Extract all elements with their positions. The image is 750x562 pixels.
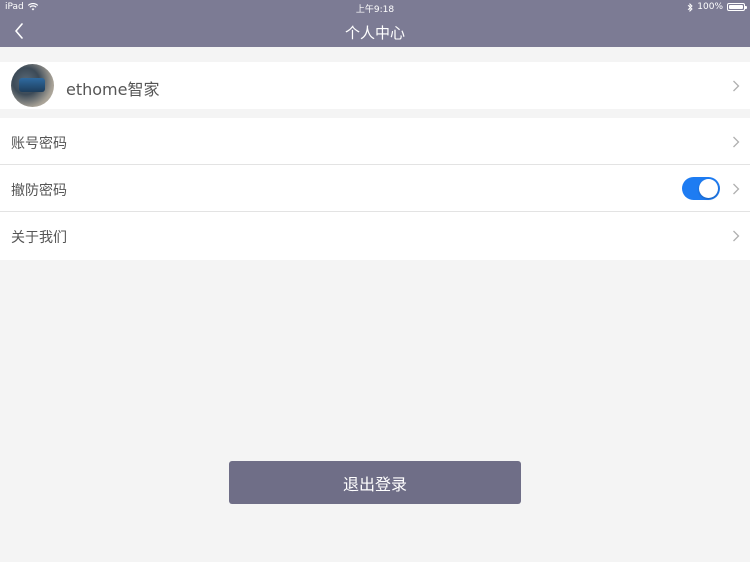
- chevron-right-icon: [733, 230, 740, 242]
- list-item-disarm-password[interactable]: 撤防密码: [0, 165, 750, 212]
- profile-name: ethome智家: [66, 80, 160, 99]
- status-time: 上午9:18: [355, 5, 395, 15]
- settings-list: 账号密码 撤防密码 关于我们: [0, 118, 750, 260]
- status-bar: iPad 上午9:18 100%: [0, 0, 750, 15]
- chevron-right-icon: [733, 183, 740, 195]
- toggle-knob: [699, 179, 718, 198]
- list-item-about-us[interactable]: 关于我们: [0, 212, 750, 260]
- header: iPad 上午9:18 100% 个人中心: [0, 0, 750, 47]
- nav-bar: 个人中心: [0, 15, 750, 47]
- list-item-label: 关于我们: [11, 230, 67, 246]
- avatar: [11, 64, 54, 107]
- list-item-label: 账号密码: [11, 136, 67, 152]
- battery-icon: [727, 3, 747, 11]
- status-right: 100%: [687, 2, 747, 12]
- chevron-right-icon: [733, 80, 740, 92]
- page-title: 个人中心: [344, 24, 405, 42]
- bluetooth-icon: [687, 2, 693, 12]
- battery-fill: [729, 5, 743, 9]
- logout-button[interactable]: 退出登录: [229, 461, 521, 504]
- avatar-photo: [19, 78, 45, 92]
- chevron-right-icon: [733, 136, 740, 148]
- battery-percent: 100%: [697, 2, 723, 12]
- list-item-label: 撤防密码: [11, 183, 67, 199]
- disarm-password-toggle[interactable]: [682, 177, 720, 200]
- profile-row[interactable]: ethome智家: [0, 62, 750, 109]
- list-item-account-password[interactable]: 账号密码: [0, 118, 750, 165]
